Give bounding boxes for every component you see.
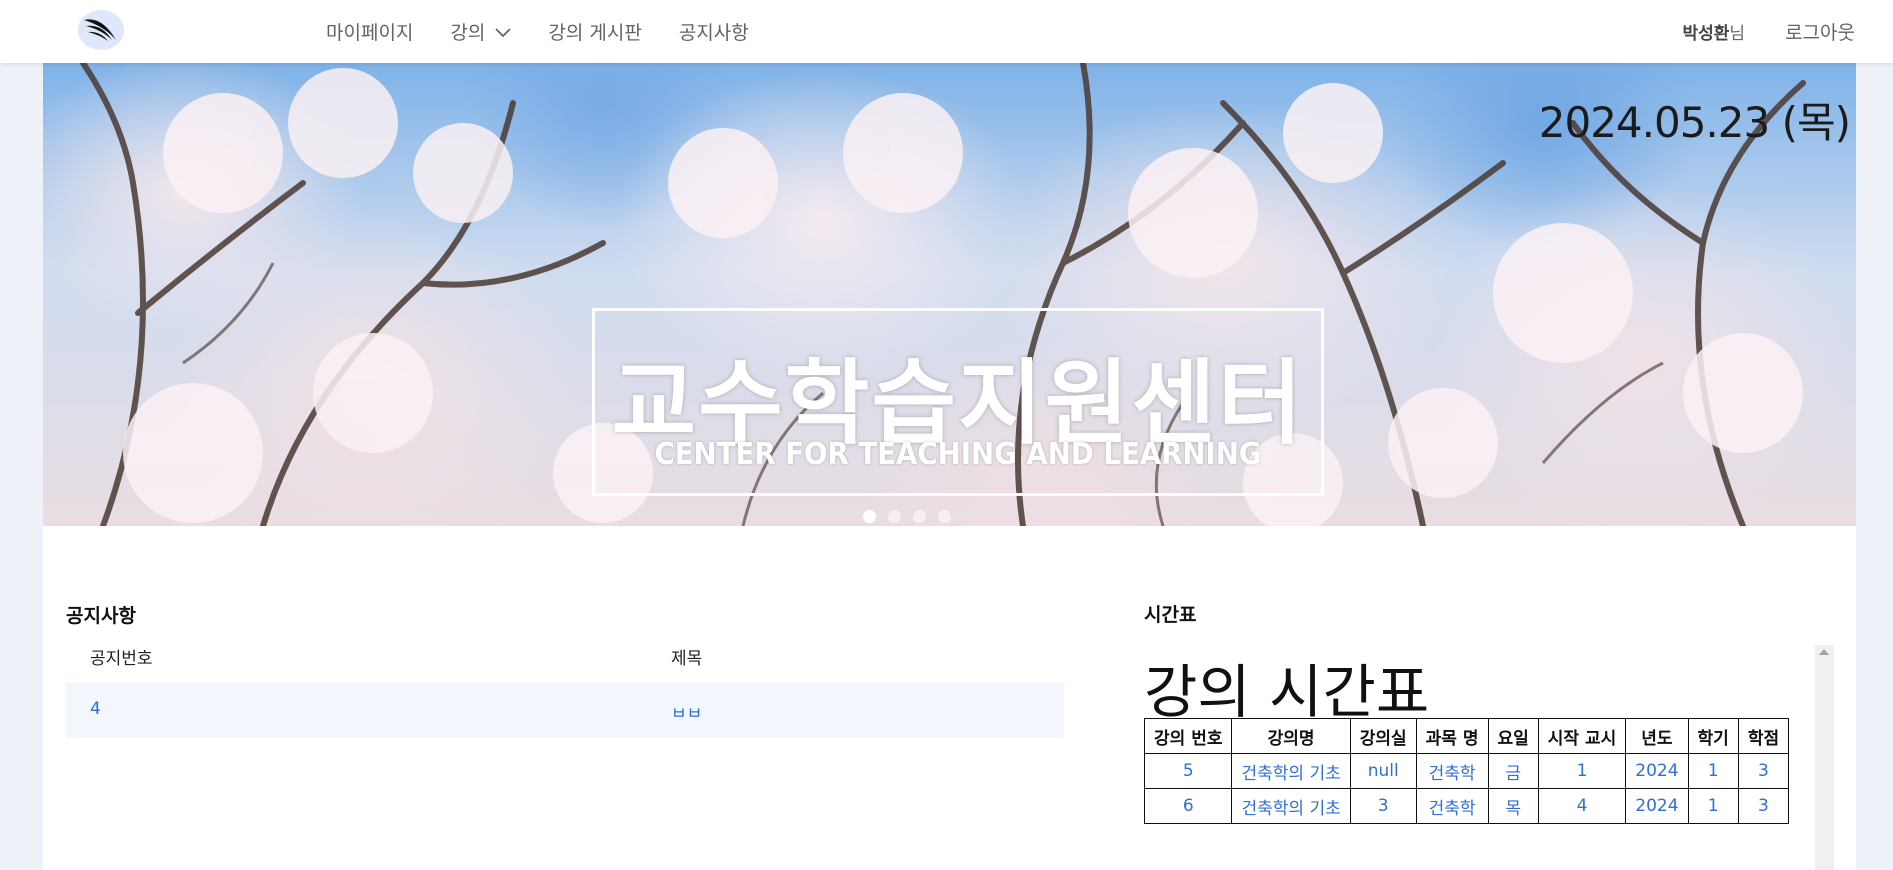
cell-semester[interactable]: 1	[1687, 753, 1739, 789]
table-row[interactable]: 4 ㅂㅂ	[66, 683, 1064, 738]
cell-subject[interactable]: 건축학	[1415, 788, 1489, 824]
cell-year[interactable]: 2024	[1625, 788, 1689, 824]
cell-day[interactable]: 목	[1487, 788, 1539, 824]
col-classroom: 강의실	[1349, 718, 1417, 754]
nav-lecture-dropdown[interactable]: 강의	[450, 18, 512, 45]
timetable-scrollbar[interactable]	[1815, 645, 1834, 870]
carousel-dot[interactable]	[863, 510, 876, 523]
logout-link[interactable]: 로그아웃	[1785, 18, 1855, 45]
cell-classroom[interactable]: 3	[1349, 788, 1417, 824]
cell-lecture-no[interactable]: 5	[1144, 753, 1233, 789]
col-start-period: 시작 교시	[1537, 718, 1627, 754]
col-lecture-name: 강의명	[1231, 718, 1351, 754]
carousel-dot[interactable]	[888, 510, 901, 523]
carousel-dot[interactable]	[913, 510, 926, 523]
cell-year[interactable]: 2024	[1625, 753, 1689, 789]
notice-col-subject: 제목	[671, 649, 703, 669]
top-navbar: 마이페이지 강의 강의 게시판 공지사항 박성환님 로그아웃	[0, 0, 1893, 63]
timetable-section-title: 시간표	[1144, 604, 1197, 626]
nav-notice[interactable]: 공지사항	[679, 18, 749, 45]
nav-mypage[interactable]: 마이페이지	[326, 18, 413, 45]
scroll-up-arrow-icon[interactable]	[1819, 649, 1829, 655]
col-year: 년도	[1625, 718, 1689, 754]
center-title-en: CENTER FOR TEACHING AND LEARNING	[654, 437, 1262, 472]
col-semester: 학기	[1687, 718, 1739, 754]
cell-subject[interactable]: 건축학	[1415, 753, 1489, 789]
center-logo-box: 교수학습지원센터 CENTER FOR TEACHING AND LEARNIN…	[592, 308, 1324, 496]
main-nav: 마이페이지 강의 강의 게시판 공지사항	[326, 0, 786, 63]
cell-semester[interactable]: 1	[1687, 788, 1739, 824]
current-date: 2024.05.23 (목)	[1538, 98, 1851, 147]
table-header-row: 강의 번호 강의명 강의실 과목 명 요일 시작 교시 년도 학기 학점	[1144, 718, 1790, 754]
chevron-down-icon	[495, 21, 512, 43]
cell-day[interactable]: 금	[1487, 753, 1539, 789]
timetable-frame: 강의 시간표 강의 번호 강의명 강의실 과목 명 요일 시작 교시 년도 학기…	[1144, 645, 1834, 870]
cell-lecture-name[interactable]: 건축학의 기초	[1231, 788, 1351, 824]
carousel-indicators	[863, 510, 951, 523]
cell-credit[interactable]: 3	[1737, 788, 1790, 824]
cell-start-period[interactable]: 1	[1537, 753, 1627, 789]
notice-subject-link[interactable]: ㅂㅂ	[671, 699, 702, 724]
cell-lecture-no[interactable]: 6	[1144, 788, 1233, 824]
timetable-table: 강의 번호 강의명 강의실 과목 명 요일 시작 교시 년도 학기 학점 5 건…	[1144, 718, 1790, 824]
cell-start-period[interactable]: 4	[1537, 788, 1627, 824]
cell-classroom[interactable]: null	[1349, 753, 1417, 789]
cell-lecture-name[interactable]: 건축학의 기초	[1231, 753, 1351, 789]
user-greeting: 박성환님	[1682, 24, 1745, 44]
logo-icon[interactable]	[78, 10, 124, 50]
table-row: 5 건축학의 기초 null 건축학 금 1 2024 1 3	[1144, 753, 1790, 789]
timetable-heading: 강의 시간표	[1144, 658, 1430, 726]
notice-section-title: 공지사항	[66, 605, 136, 627]
table-row: 6 건축학의 기초 3 건축학 목 4 2024 1 3	[1144, 788, 1790, 824]
nav-lecture-board[interactable]: 강의 게시판	[548, 18, 641, 45]
notice-table-header: 공지번호 제목	[66, 640, 1064, 680]
col-subject: 과목 명	[1415, 718, 1489, 754]
col-credit: 학점	[1737, 718, 1790, 754]
col-lecture-no: 강의 번호	[1144, 718, 1233, 754]
col-day: 요일	[1487, 718, 1539, 754]
carousel-dot[interactable]	[938, 510, 951, 523]
notice-col-number: 공지번호	[90, 649, 153, 669]
hero-banner: 2024.05.23 (목) 교수학습지원센터 CENTER FOR TEACH…	[43, 63, 1856, 526]
cell-credit[interactable]: 3	[1737, 753, 1790, 789]
notice-number[interactable]: 4	[90, 699, 101, 719]
